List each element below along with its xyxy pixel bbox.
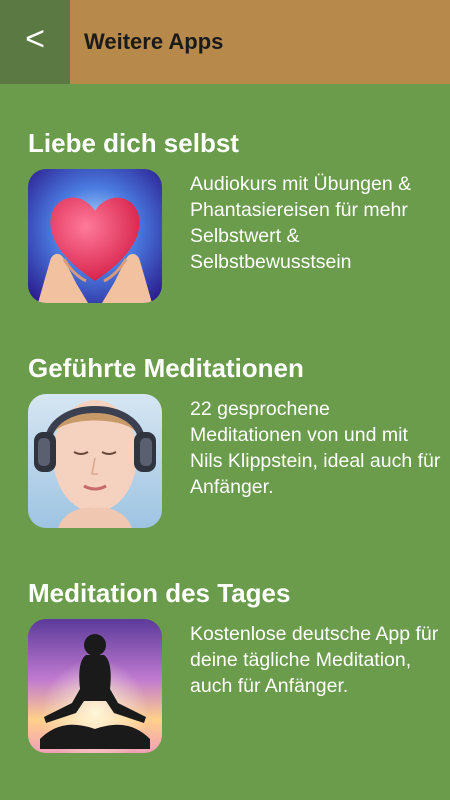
app-item-liebe-dich-selbst[interactable]: Liebe dich selbst Audiokurs mit Übungen …: [0, 127, 450, 327]
app-description: 22 gesprochene Meditationen von und mit …: [190, 398, 441, 498]
meditation-silhouette-icon[interactable]: [28, 619, 162, 753]
app-description: Kostenlose deutsche App für deine täglic…: [190, 623, 439, 697]
app-item-gefuehrte-meditationen[interactable]: Geführte Meditationen 22 gesprochene Med…: [0, 352, 450, 552]
app-item-meditation-des-tages[interactable]: Meditation des Tages Kostenlose deutsche…: [0, 577, 450, 777]
back-arrow-icon: <: [25, 20, 45, 58]
back-button[interactable]: <: [0, 0, 70, 84]
page-title: Weitere Apps: [84, 29, 224, 54]
top-bar: < Weitere Apps: [0, 0, 450, 84]
app-title[interactable]: Geführte Meditationen: [28, 352, 304, 384]
woman-headphones-icon[interactable]: [28, 394, 162, 528]
heart-in-hands-icon[interactable]: [28, 169, 162, 303]
app-title[interactable]: Meditation des Tages: [28, 577, 290, 609]
app-description: Audiokurs mit Übungen & Phantasiereisen …: [190, 173, 412, 273]
app-title[interactable]: Liebe dich selbst: [28, 127, 239, 159]
